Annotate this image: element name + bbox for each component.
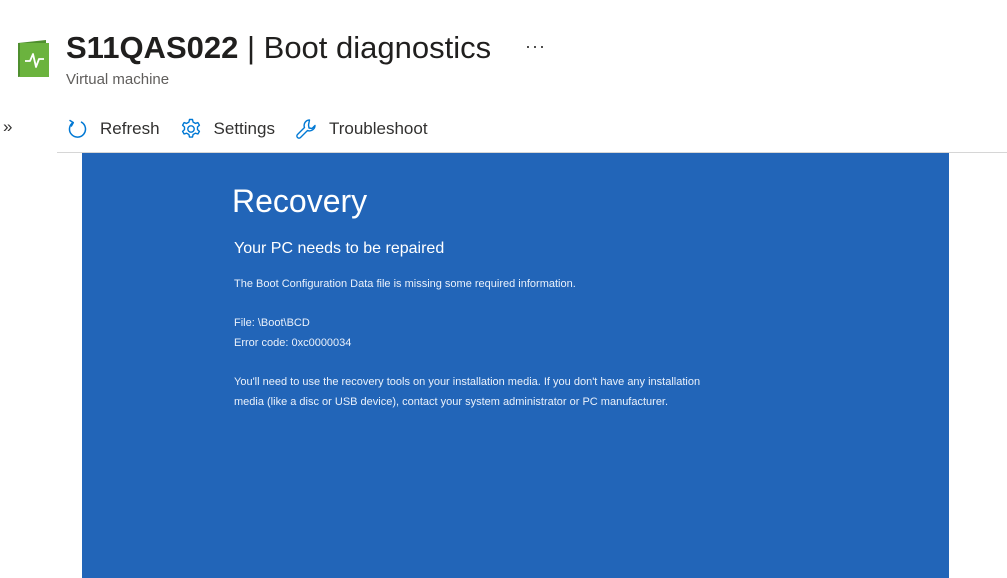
vm-name: S11QAS022 bbox=[66, 30, 239, 65]
settings-label: Settings bbox=[213, 119, 275, 138]
more-options-button[interactable]: ··· bbox=[525, 36, 546, 57]
recovery-instructions-line2: media (like a disc or USB device), conta… bbox=[234, 396, 669, 408]
resource-type-subtitle: Virtual machine bbox=[66, 71, 170, 88]
command-bar: Refresh Settings Troubleshoot bbox=[66, 114, 448, 144]
recovery-instructions-line1: You'll need to use the recovery tools on… bbox=[234, 376, 701, 388]
page-title: S11QAS022 | Boot diagnostics bbox=[66, 30, 491, 66]
refresh-label: Refresh bbox=[100, 119, 160, 138]
page-name: Boot diagnostics bbox=[263, 30, 492, 65]
troubleshoot-label: Troubleshoot bbox=[328, 119, 428, 138]
recovery-subtitle: Your PC needs to be repaired bbox=[234, 240, 445, 257]
vm-icon bbox=[18, 40, 49, 77]
expand-menu-button[interactable]: » bbox=[3, 117, 12, 137]
refresh-button[interactable]: Refresh bbox=[66, 118, 160, 140]
boot-screenshot: Recovery Your PC needs to be repaired Th… bbox=[82, 153, 949, 578]
refresh-icon bbox=[68, 119, 87, 138]
recovery-message: The Boot Configuration Data file is miss… bbox=[234, 278, 576, 290]
recovery-error-code: Error code: 0xc0000034 bbox=[234, 337, 352, 349]
title-separator: | bbox=[238, 30, 264, 65]
troubleshoot-button[interactable]: Troubleshoot bbox=[295, 118, 428, 140]
recovery-title: Recovery bbox=[232, 183, 368, 219]
settings-button[interactable]: Settings bbox=[180, 118, 275, 140]
gear-icon bbox=[181, 118, 200, 138]
wrench-icon bbox=[296, 119, 316, 139]
recovery-file: File: \Boot\BCD bbox=[234, 317, 310, 329]
